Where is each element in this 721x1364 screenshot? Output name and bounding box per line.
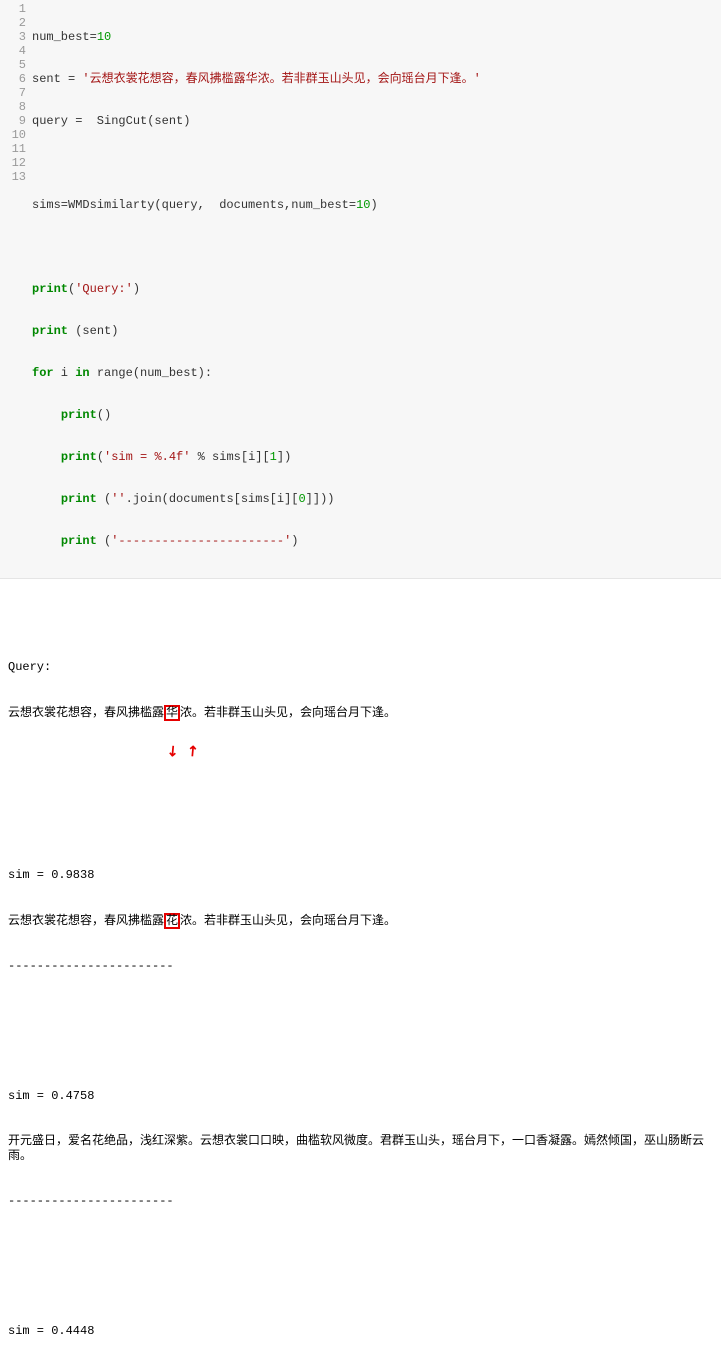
line-number: 10 xyxy=(0,128,26,142)
line-number: 4 xyxy=(0,44,26,58)
query-label: Query: xyxy=(8,660,713,675)
line-number: 7 xyxy=(0,86,26,100)
result-block: sim = 0.4758 开元盛日，爱名花绝品，浅红深紫。云想衣裳口口映，曲槛软… xyxy=(8,1059,713,1239)
sim-line: sim = 0.4448 xyxy=(8,1324,713,1339)
arrow-icon: ↗ xyxy=(185,743,204,762)
code-editor: 1 2 3 4 5 6 7 8 9 10 11 12 13 num_best=1… xyxy=(0,0,721,579)
highlight-box: 花 xyxy=(164,913,180,929)
separator: ----------------------- xyxy=(8,1194,713,1209)
result-text: 云想衣裳花想容，春风拂槛露花浓。若非群玉山头见，会向瑶台月下逢。 xyxy=(8,913,713,929)
sim-line: sim = 0.4758 xyxy=(8,1089,713,1104)
result-block: sim = 0.9838 云想衣裳花想容，春风拂槛露花浓。若非群玉山头见，会向瑶… xyxy=(8,838,713,1004)
line-number: 13 xyxy=(0,170,26,184)
separator: ----------------------- xyxy=(8,959,713,974)
line-number: 1 xyxy=(0,2,26,16)
highlight-box: 华 xyxy=(164,705,180,721)
code-line[interactable]: for i in range(num_best): xyxy=(32,366,721,380)
line-number: 5 xyxy=(0,58,26,72)
query-text: 云想衣裳花想容，春风拂槛露华浓。若非群玉山头见，会向瑶台月下逢。 xyxy=(8,705,713,721)
code-line[interactable]: num_best=10 xyxy=(32,30,721,44)
code-line[interactable] xyxy=(32,156,721,170)
query-block: Query: 云想衣裳花想容，春风拂槛露华浓。若非群玉山头见，会向瑶台月下逢。 … xyxy=(8,630,713,783)
code-body[interactable]: num_best=10 sent = '云想衣裳花想容，春风拂槛露华浓。若非群玉… xyxy=(32,2,721,576)
result-block: sim = 0.4448 南国佳人推阿秀，歌醉几相逢。云想衣裳花想容。春未抵情浓… xyxy=(8,1294,713,1364)
arrow-annotation: ↙ ↗ xyxy=(8,747,713,757)
code-line[interactable] xyxy=(32,240,721,254)
code-line[interactable]: query = SingCut(sent) xyxy=(32,114,721,128)
arrow-icon: ↙ xyxy=(165,743,184,762)
line-number: 6 xyxy=(0,72,26,86)
line-number: 3 xyxy=(0,30,26,44)
code-line[interactable]: sims=WMDsimilarty(query, documents,num_b… xyxy=(32,198,721,212)
code-line[interactable]: print() xyxy=(32,408,721,422)
code-line[interactable]: print('sim = %.4f' % sims[i][1]) xyxy=(32,450,721,464)
line-number: 11 xyxy=(0,142,26,156)
line-gutter: 1 2 3 4 5 6 7 8 9 10 11 12 13 xyxy=(0,2,32,576)
code-line[interactable]: sent = '云想衣裳花想容，春风拂槛露华浓。若非群玉山头见，会向瑶台月下逢。… xyxy=(32,72,721,86)
code-line[interactable]: print ('-----------------------') xyxy=(32,534,721,548)
sim-line: sim = 0.9838 xyxy=(8,868,713,883)
result-text: 开元盛日，爱名花绝品，浅红深紫。云想衣裳口口映，曲槛软风微度。君群玉山头，瑶台月… xyxy=(8,1134,713,1164)
line-number: 12 xyxy=(0,156,26,170)
line-number: 9 xyxy=(0,114,26,128)
code-line[interactable]: print('Query:') xyxy=(32,282,721,296)
code-line[interactable]: print (sent) xyxy=(32,324,721,338)
line-number: 2 xyxy=(0,16,26,30)
line-number: 8 xyxy=(0,100,26,114)
code-line[interactable]: print (''.join(documents[sims[i][0]])) xyxy=(32,492,721,506)
output-area: Query: 云想衣裳花想容，春风拂槛露华浓。若非群玉山头见，会向瑶台月下逢。 … xyxy=(0,579,721,1364)
